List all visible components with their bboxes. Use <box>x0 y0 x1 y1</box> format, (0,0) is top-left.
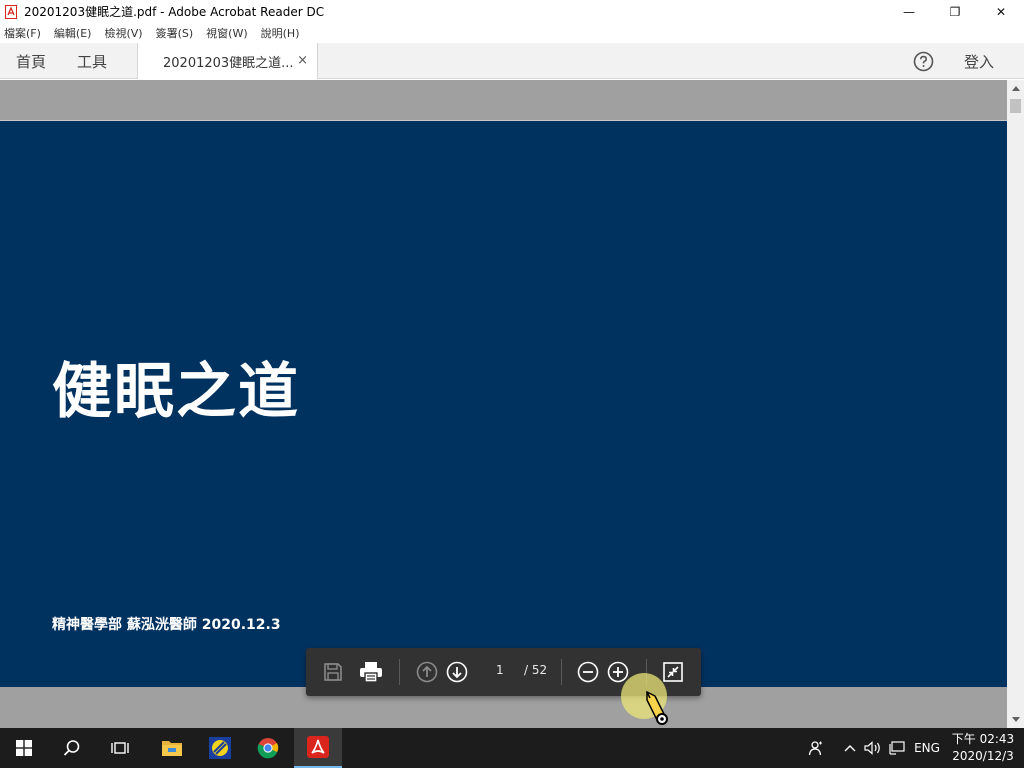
pen-cursor-icon <box>643 690 673 726</box>
next-page-icon[interactable] <box>445 660 469 684</box>
toolbar-divider <box>399 659 400 685</box>
toolbar-divider <box>561 659 562 685</box>
slide-title: 健眠之道 <box>52 357 300 427</box>
slide-subtitle: 精神醫學部 蘇泓洸醫師 2020.12.3 <box>52 617 281 633</box>
scroll-thumb[interactable] <box>1010 99 1021 113</box>
save-icon[interactable] <box>321 660 345 684</box>
start-windows-icon[interactable] <box>0 728 48 768</box>
menu-edit[interactable]: 編輯(E) <box>54 25 92 41</box>
tab-bar: 首頁 工具 20201203健眠之道... × 登入 <box>0 43 1024 79</box>
volume-icon[interactable] <box>862 728 884 768</box>
chevron-up-icon[interactable] <box>840 728 860 768</box>
exit-fullscreen-icon[interactable] <box>661 660 685 684</box>
menu-view[interactable]: 檢視(V) <box>104 25 142 41</box>
close-window-button[interactable]: ✕ <box>978 0 1024 23</box>
previous-page-icon[interactable] <box>415 660 439 684</box>
document-viewer[interactable]: 健眠之道 精神醫學部 蘇泓洸醫師 2020.12.3 <box>0 80 1007 728</box>
title-bar: 20201203健眠之道.pdf - Adobe Acrobat Reader … <box>0 0 1024 23</box>
search-icon[interactable] <box>48 728 96 768</box>
taskbar: ENG 下午 02:43 2020/12/3 <box>0 728 1024 768</box>
language-indicator[interactable]: ENG <box>910 728 944 768</box>
signin-button[interactable]: 登入 <box>964 43 994 79</box>
menu-file[interactable]: 檔案(F) <box>4 25 41 41</box>
tab-document[interactable]: 20201203健眠之道... × <box>137 43 318 79</box>
menu-window[interactable]: 視窗(W) <box>206 25 247 41</box>
pdf-page: 健眠之道 精神醫學部 蘇泓洸醫師 2020.12.3 <box>0 120 1007 687</box>
window-title: 20201203健眠之道.pdf - Adobe Acrobat Reader … <box>24 5 325 19</box>
menu-help[interactable]: 說明(H) <box>261 25 300 41</box>
tab-tools[interactable]: 工具 <box>77 43 107 79</box>
system-clock[interactable]: 下午 02:43 2020/12/3 <box>948 731 1018 765</box>
restore-button[interactable]: ❐ <box>932 0 978 23</box>
document-tab-label: 20201203健眠之道... <box>163 55 294 71</box>
close-tab-icon[interactable]: × <box>297 53 308 68</box>
acrobat-taskbar-icon[interactable] <box>294 728 342 768</box>
people-icon[interactable] <box>804 728 828 768</box>
window-controls: — ❐ ✕ <box>886 0 1024 23</box>
menu-bar: 檔案(F) 編輯(E) 檢視(V) 簽署(S) 視窗(W) 說明(H) <box>0 23 1024 43</box>
clock-time: 下午 02:43 <box>951 732 1015 746</box>
scroll-down-icon[interactable] <box>1007 711 1024 728</box>
scroll-up-icon[interactable] <box>1007 80 1024 97</box>
vertical-scrollbar[interactable] <box>1007 80 1024 728</box>
menu-sign[interactable]: 簽署(S) <box>156 25 194 41</box>
zoom-out-icon[interactable] <box>576 660 600 684</box>
task-view-icon[interactable] <box>96 728 144 768</box>
clock-date: 2020/12/3 <box>952 749 1014 763</box>
help-icon[interactable] <box>913 51 934 72</box>
page-total: / 52 <box>524 663 548 677</box>
acrobat-icon <box>4 4 18 19</box>
tab-home[interactable]: 首頁 <box>16 43 46 79</box>
network-icon[interactable] <box>886 728 908 768</box>
chrome-icon[interactable] <box>244 728 292 768</box>
print-icon[interactable] <box>359 660 383 684</box>
minimize-button[interactable]: — <box>886 0 932 23</box>
file-explorer-icon[interactable] <box>148 728 196 768</box>
app-shortcut-icon[interactable] <box>196 728 244 768</box>
page-number-input[interactable]: 1 <box>496 663 504 677</box>
